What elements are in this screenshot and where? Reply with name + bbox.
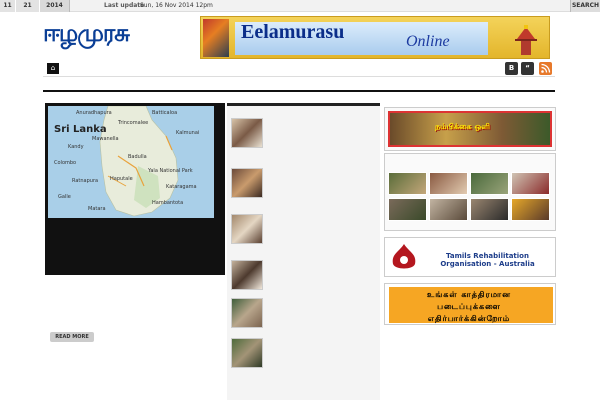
map-label-country: Sri Lanka xyxy=(54,124,107,135)
featured-story[interactable]: Sri Lanka Anuradhapura Batticaloa Trinco… xyxy=(45,103,225,275)
gallery-photo[interactable] xyxy=(429,198,468,221)
news-thumbnail[interactable] xyxy=(231,168,263,198)
photo-gallery-widget xyxy=(384,153,556,231)
site-logo[interactable]: ஈழமுரசு xyxy=(43,18,198,54)
main-nav: ⌂ B “ xyxy=(43,60,555,92)
map-label-14: Mawanella xyxy=(92,136,119,142)
news-thumbnail[interactable] xyxy=(231,260,263,290)
gallery-photo[interactable] xyxy=(470,172,509,195)
gallery-photo[interactable] xyxy=(388,198,427,221)
map-label-15: Yala National Park xyxy=(148,168,193,174)
trao-logo-icon xyxy=(392,244,416,269)
map-label-2: Batticaloa xyxy=(152,110,178,116)
news-thumbnail[interactable] xyxy=(231,298,263,328)
sri-lanka-map-image[interactable]: Sri Lanka Anuradhapura Batticaloa Trinco… xyxy=(48,106,214,218)
blogger-icon[interactable]: B xyxy=(505,62,518,75)
gallery-photo[interactable] xyxy=(388,172,427,195)
map-label-5: Colombo xyxy=(54,160,77,166)
submissions-ad[interactable]: உங்கள் காத்திரமான படைப்புக்களை எதிர்பார்… xyxy=(384,283,556,325)
site-header: ஈழமுரசு Eelamurasu Online xyxy=(0,12,600,60)
gallery-photo[interactable] xyxy=(470,198,509,221)
temple-icon xyxy=(515,25,537,55)
trao-english-name: Tamils Rehabilitation Organisation - Aus… xyxy=(440,252,535,268)
last-update-value: Sun, 16 Nov 2014 12pm xyxy=(140,2,213,9)
header-banner[interactable]: Eelamurasu Online xyxy=(200,16,550,59)
news-thumbnail[interactable] xyxy=(231,214,263,244)
map-label-1: Anuradhapura xyxy=(76,110,112,116)
news-ticker[interactable] xyxy=(236,0,526,12)
banner-title: Eelamurasu xyxy=(241,21,345,43)
logo-text: ஈழமுரசு xyxy=(43,19,130,47)
map-label-6: Galle xyxy=(58,194,71,200)
rss-glyph xyxy=(541,63,551,73)
nambikkai-oli-banner[interactable]: நம்பிக்கை ஒளி xyxy=(384,107,556,151)
gallery-photo[interactable] xyxy=(429,172,468,195)
gallery-photo[interactable] xyxy=(511,172,550,195)
search-button[interactable]: SEARCH xyxy=(570,0,600,12)
map-label-3: Trincomalee xyxy=(118,120,149,126)
map-label-12: Haputale xyxy=(110,176,133,182)
map-label-11: Badulla xyxy=(128,154,147,160)
ad-text: உங்கள் காத்திரமான படைப்புக்களை எதிர்பார்… xyxy=(427,290,511,323)
map-label-7: Matara xyxy=(88,206,106,212)
news-thumbnail[interactable] xyxy=(231,338,263,368)
quote-icon[interactable]: “ xyxy=(521,62,534,75)
map-label-9: Hambantota xyxy=(152,200,184,206)
sidebar: நம்பிக்கை ஒளி Tamils Rehabilitation Orga… xyxy=(384,103,556,400)
map-label-13: Ratnapura xyxy=(72,178,99,184)
top-bar: 11 21 2014 Last update Sun, 16 Nov 2014 … xyxy=(0,0,600,12)
news-thumbnail[interactable] xyxy=(231,118,263,148)
banner-online: Online xyxy=(406,33,450,50)
banner-magazine-image xyxy=(203,19,229,57)
banner-caption: நம்பிக்கை ஒளி xyxy=(435,122,491,131)
nav-divider xyxy=(43,76,555,77)
trao-banner[interactable]: Tamils Rehabilitation Organisation - Aus… xyxy=(384,237,556,277)
home-icon[interactable]: ⌂ xyxy=(47,63,59,74)
date-day: 11 xyxy=(0,0,16,12)
map-label-4: Kandy xyxy=(68,144,84,150)
news-list xyxy=(227,103,380,400)
date-month: 21 xyxy=(16,0,40,12)
map-label-10: Kalmunai xyxy=(176,130,200,136)
read-more-button[interactable]: READ MORE xyxy=(50,332,94,342)
rss-icon[interactable] xyxy=(539,62,552,75)
gallery-photo[interactable] xyxy=(511,198,550,221)
map-label-8: Kataragama xyxy=(166,184,197,190)
date-year: 2014 xyxy=(40,0,70,12)
